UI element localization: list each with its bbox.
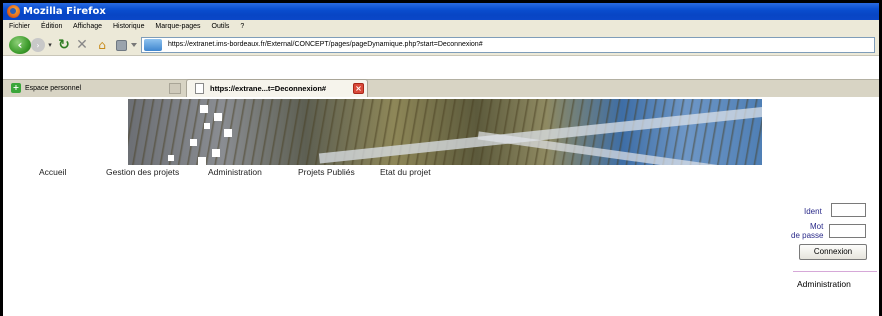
browser-window: Mozilla Firefox Fichier Édition Affichag… — [3, 3, 879, 316]
password-input[interactable] — [829, 224, 866, 238]
nav-accueil[interactable]: Accueil — [39, 167, 66, 177]
toolbar-dropdown-icon[interactable] — [131, 43, 137, 47]
stop-icon: ✕ — [76, 37, 88, 53]
tab-active[interactable]: https://extrane...t=Deconnexion# × — [186, 79, 368, 98]
page-content: Accueil Gestion des projets Administrati… — [3, 97, 879, 316]
navigation-toolbar: ‹ › ▾ ↻ ✕ ⌂ https://extranet.ims-bordeau… — [3, 34, 879, 56]
forward-icon: › — [36, 40, 40, 50]
ident-input[interactable] — [831, 203, 866, 217]
tab-list-icon[interactable] — [169, 83, 181, 94]
nav-administration[interactable]: Administration — [208, 167, 262, 177]
url-bar[interactable]: https://extranet.ims-bordeaux.fr/Externa… — [141, 37, 875, 53]
back-button[interactable]: ‹ — [9, 36, 31, 54]
header-banner-image — [128, 99, 762, 165]
sidebar-administration-link[interactable]: Administration — [797, 279, 851, 289]
menu-outils[interactable]: Outils — [212, 23, 230, 30]
nav-etat-du-projet[interactable]: Etat du projet — [380, 167, 431, 177]
password-label-line1: Mot — [810, 222, 824, 231]
menu-bar: Fichier Édition Affichage Historique Mar… — [3, 20, 879, 34]
nav-projets-publies[interactable]: Projets Publiés — [298, 167, 355, 177]
password-label-line2: de passe — [791, 231, 824, 240]
ident-label: Ident — [804, 207, 822, 216]
forward-button[interactable]: › — [31, 38, 45, 52]
reload-icon: ↻ — [58, 37, 70, 53]
window-title: Mozilla Firefox — [23, 6, 106, 17]
nav-gestion-des-projets[interactable]: Gestion des projets — [106, 167, 179, 177]
bookmark-espace-personnel[interactable]: Espace personnel — [25, 80, 81, 97]
back-icon: ‹ — [17, 38, 23, 52]
tab-close-icon[interactable]: × — [353, 83, 364, 94]
menu-help[interactable]: ? — [240, 23, 244, 30]
reload-button[interactable]: ↻ — [57, 37, 71, 53]
menu-edition[interactable]: Édition — [41, 23, 62, 30]
menu-historique[interactable]: Historique — [113, 23, 145, 30]
home-button[interactable]: ⌂ — [95, 37, 109, 53]
menu-fichier[interactable]: Fichier — [9, 23, 30, 30]
stop-button[interactable]: ✕ — [75, 37, 89, 53]
tab-bar: + Espace personnel https://extrane...t=D… — [3, 79, 879, 98]
site-identity-icon[interactable] — [144, 39, 162, 51]
history-dropdown-button[interactable]: ▾ — [46, 37, 54, 53]
title-bar: Mozilla Firefox — [3, 3, 879, 20]
url-text[interactable]: https://extranet.ims-bordeaux.fr/Externa… — [168, 38, 483, 52]
menu-affichage[interactable]: Affichage — [73, 23, 102, 30]
extension-icon — [115, 39, 127, 51]
sidebar-divider — [793, 271, 877, 272]
extension-button[interactable] — [114, 37, 128, 53]
home-icon: ⌂ — [98, 38, 106, 52]
history-dropdown-icon: ▾ — [48, 41, 52, 49]
firefox-logo-icon — [7, 5, 20, 18]
tab-label: https://extrane...t=Deconnexion# — [210, 84, 327, 93]
bookmark-icon: + — [11, 83, 21, 93]
connexion-button[interactable]: Connexion — [799, 244, 867, 260]
menu-marque-pages[interactable]: Marque-pages — [155, 23, 200, 30]
document-icon — [195, 83, 204, 94]
